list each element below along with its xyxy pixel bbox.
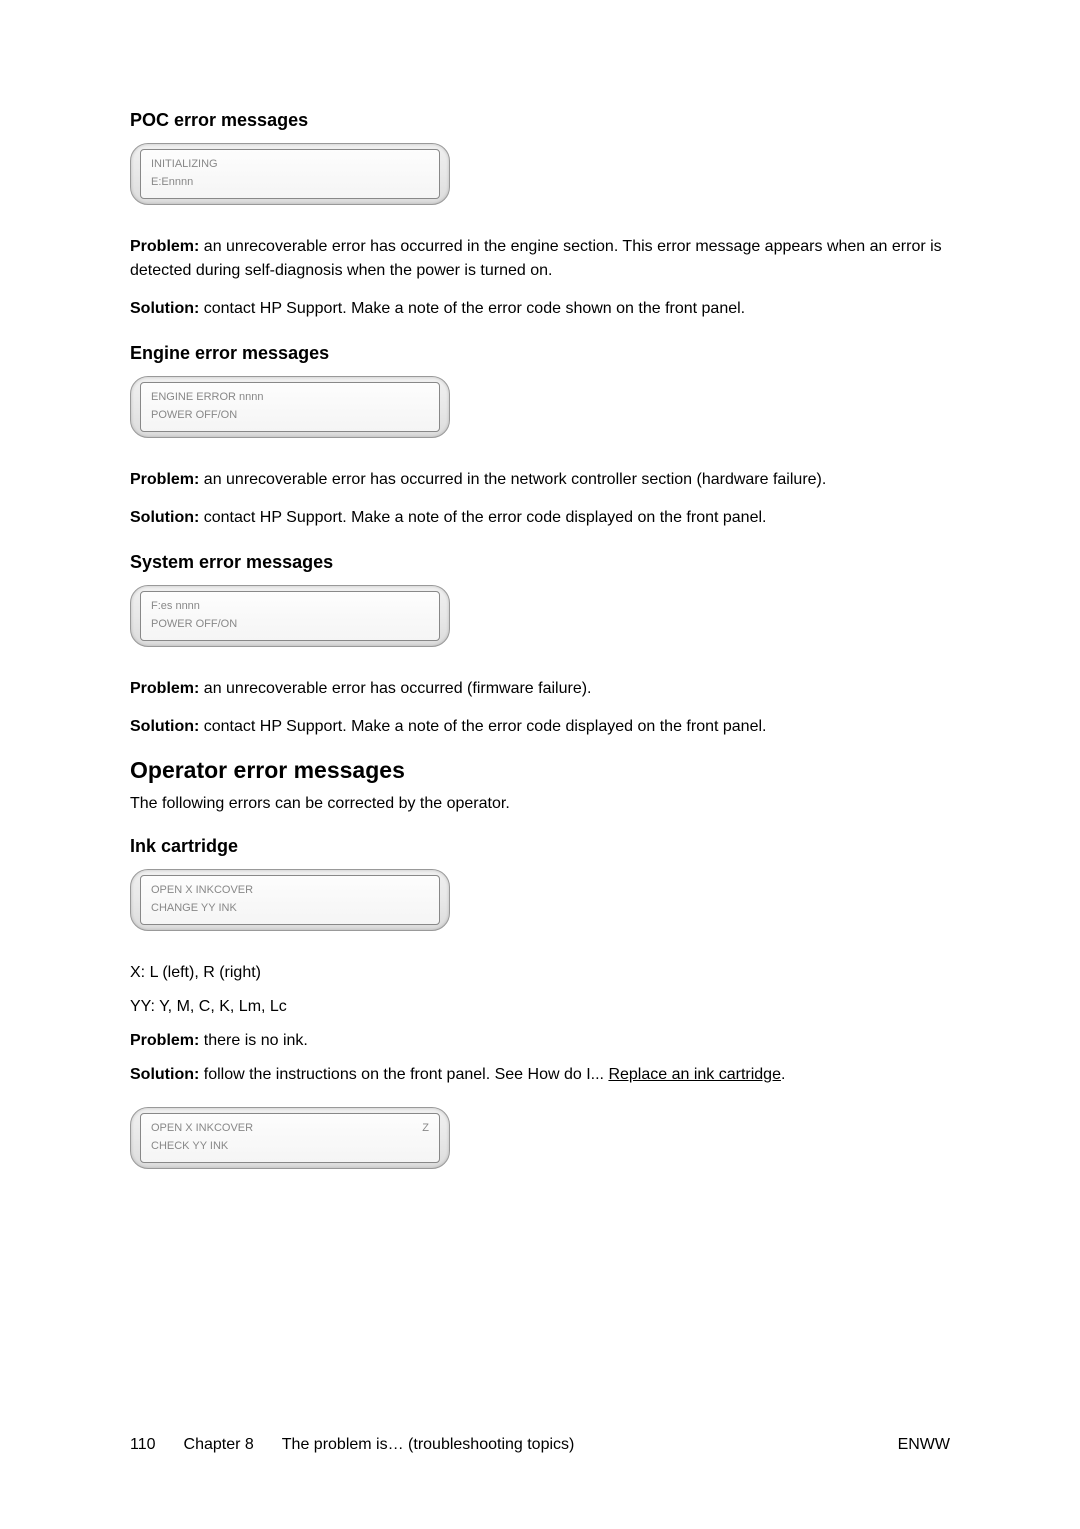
ink-problem-para: Problem: there is no ink. <box>130 1029 950 1053</box>
lcd-line-1: OPEN X INKCOVER Z <box>151 1120 429 1138</box>
replace-ink-cartridge-link[interactable]: Replace an ink cartridge <box>608 1066 781 1083</box>
chapter-label: Chapter 8 <box>184 1436 254 1454</box>
solution-label: Solution: <box>130 300 199 317</box>
lcd-line-2: E:Ennnn <box>151 174 429 192</box>
lcd-inner: INITIALIZING E:Ennnn <box>140 149 440 199</box>
lcd-inner: OPEN X INKCOVER Z CHECK YY INK <box>140 1113 440 1163</box>
footer-right: ENWW <box>898 1436 950 1454</box>
engine-problem-para: Problem: an unrecoverable error has occu… <box>130 468 950 492</box>
solution-label: Solution: <box>130 509 199 526</box>
heading-system: System error messages <box>130 552 950 573</box>
problem-text: an unrecoverable error has occurred in t… <box>199 471 826 488</box>
solution-label: Solution: <box>130 718 199 735</box>
lcd-line-1: INITIALIZING <box>151 156 429 174</box>
page-footer: 110 Chapter 8 The problem is… (troublesh… <box>130 1436 950 1454</box>
chapter-title: The problem is… (troubleshooting topics) <box>282 1436 575 1454</box>
problem-text: there is no ink. <box>199 1032 308 1049</box>
lcd-line-2: POWER OFF/ON <box>151 407 429 425</box>
lcd-engine: ENGINE ERROR nnnn POWER OFF/ON <box>130 376 450 438</box>
lcd-line-1: F:es nnnn <box>151 598 429 616</box>
ink-yy-label: YY: Y, M, C, K, Lm, Lc <box>130 995 950 1019</box>
lcd-inner: F:es nnnn POWER OFF/ON <box>140 591 440 641</box>
ink-solution-para: Solution: follow the instructions on the… <box>130 1063 950 1087</box>
lcd-ink-change: OPEN X INKCOVER CHANGE YY INK <box>130 869 450 931</box>
solution-label: Solution: <box>130 1066 199 1083</box>
lcd-poc: INITIALIZING E:Ennnn <box>130 143 450 205</box>
engine-solution-para: Solution: contact HP Support. Make a not… <box>130 506 950 530</box>
system-problem-para: Problem: an unrecoverable error has occu… <box>130 677 950 701</box>
lcd-line-1: OPEN X INKCOVER <box>151 882 429 900</box>
poc-problem-para: Problem: an unrecoverable error has occu… <box>130 235 950 283</box>
problem-text: an unrecoverable error has occurred (fir… <box>199 680 591 697</box>
page-number: 110 <box>130 1436 156 1454</box>
solution-text: contact HP Support. Make a note of the e… <box>199 509 766 526</box>
lcd-system: F:es nnnn POWER OFF/ON <box>130 585 450 647</box>
lcd-line-2: POWER OFF/ON <box>151 616 429 634</box>
page-content: POC error messages INITIALIZING E:Ennnn … <box>0 0 1080 1169</box>
problem-label: Problem: <box>130 680 199 697</box>
operator-intro: The following errors can be corrected by… <box>130 792 950 816</box>
problem-label: Problem: <box>130 471 199 488</box>
system-solution-para: Solution: contact HP Support. Make a not… <box>130 715 950 739</box>
heading-ink: Ink cartridge <box>130 836 950 857</box>
lcd-line-1: ENGINE ERROR nnnn <box>151 389 429 407</box>
lcd-inner: ENGINE ERROR nnnn POWER OFF/ON <box>140 382 440 432</box>
lcd-line-2: CHECK YY INK <box>151 1138 429 1156</box>
poc-solution-para: Solution: contact HP Support. Make a not… <box>130 297 950 321</box>
heading-engine: Engine error messages <box>130 343 950 364</box>
footer-left: 110 Chapter 8 The problem is… (troublesh… <box>130 1436 574 1454</box>
problem-text: an unrecoverable error has occurred in t… <box>130 238 942 279</box>
solution-text-after: . <box>781 1066 785 1083</box>
solution-text-before: follow the instructions on the front pan… <box>199 1066 608 1083</box>
lcd-line-2: CHANGE YY INK <box>151 900 429 918</box>
lcd-inner: OPEN X INKCOVER CHANGE YY INK <box>140 875 440 925</box>
heading-operator: Operator error messages <box>130 757 950 784</box>
problem-label: Problem: <box>130 238 199 255</box>
problem-label: Problem: <box>130 1032 199 1049</box>
solution-text: contact HP Support. Make a note of the e… <box>199 300 745 317</box>
lcd-ink-check: OPEN X INKCOVER Z CHECK YY INK <box>130 1107 450 1169</box>
ink-x-label: X: L (left), R (right) <box>130 961 950 985</box>
heading-poc: POC error messages <box>130 110 950 131</box>
solution-text: contact HP Support. Make a note of the e… <box>199 718 766 735</box>
